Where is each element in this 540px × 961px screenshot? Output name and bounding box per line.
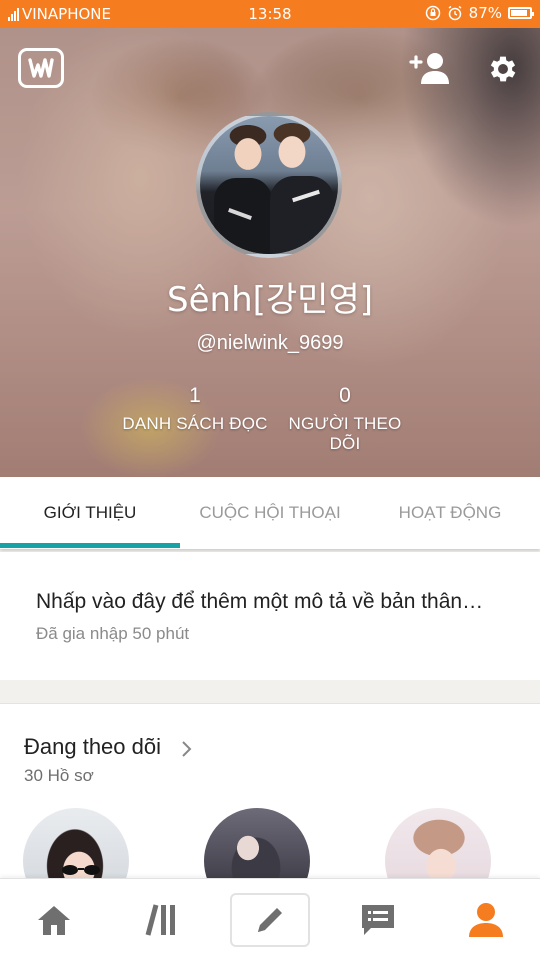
wattpad-logo-icon[interactable] xyxy=(18,48,64,88)
reading-lists-label: DANH SÁCH ĐỌC xyxy=(122,414,268,433)
display-name: Sênh[강민영] xyxy=(167,280,373,320)
chevron-right-icon[interactable] xyxy=(181,740,193,758)
reading-lists-stat[interactable]: 1 DANH SÁCH ĐỌC xyxy=(120,384,270,434)
home-icon xyxy=(38,906,70,935)
nav-home[interactable] xyxy=(0,879,108,961)
followers-stat[interactable]: 0 NGƯỜI THEO DÕI xyxy=(272,384,418,454)
nav-profile[interactable] xyxy=(432,879,540,961)
add-description-prompt[interactable]: Nhấp vào đây để thêm một mô tả về bản th… xyxy=(36,590,483,614)
tab-about[interactable]: GIỚI THIỆU xyxy=(0,477,180,549)
bottom-navigation xyxy=(0,878,540,961)
following-title[interactable]: Đang theo dõi xyxy=(24,734,161,760)
battery-icon xyxy=(508,7,534,19)
following-section: Đang theo dõi 30 Hồ sơ xyxy=(0,703,540,914)
rotation-lock-icon xyxy=(425,5,440,21)
nav-library[interactable] xyxy=(108,879,216,961)
pencil-icon xyxy=(258,908,282,932)
profile-tabs: GIỚI THIỆU CUỘC HỘI THOẠI HOẠT ĐỘNG xyxy=(0,477,540,549)
gear-icon[interactable] xyxy=(486,52,520,86)
joined-time: Đã gia nhập 50 phút xyxy=(36,624,190,643)
avatar[interactable] xyxy=(196,112,342,258)
tab-activity[interactable]: HOẠT ĐỘNG xyxy=(360,477,540,549)
reading-lists-count: 1 xyxy=(189,384,201,407)
library-icon xyxy=(145,904,175,936)
nav-write[interactable] xyxy=(216,879,324,961)
messages-icon xyxy=(362,905,394,935)
nav-messages[interactable] xyxy=(324,879,432,961)
following-count: 30 Hồ sơ xyxy=(24,766,94,785)
tab-conversations[interactable]: CUỘC HỘI THOẠI xyxy=(180,477,360,549)
username-handle: @nielwink_9699 xyxy=(196,332,344,354)
profile-header: Sênh[강민영] @nielwink_9699 1 DANH SÁCH ĐỌC… xyxy=(0,28,540,477)
battery-percent: 87% xyxy=(468,4,502,22)
alarm-icon xyxy=(448,5,462,21)
about-card[interactable]: Nhấp vào đây để thêm một mô tả về bản th… xyxy=(0,552,540,680)
status-icons: 87% xyxy=(425,4,534,22)
profile-icon xyxy=(469,903,503,937)
status-bar: VINAPHONE 13:58 87% xyxy=(0,0,540,28)
active-tab-indicator xyxy=(0,543,180,548)
followers-count: 0 xyxy=(339,384,351,407)
followers-label: NGƯỜI THEO DÕI xyxy=(288,414,402,453)
add-user-icon[interactable] xyxy=(409,50,451,86)
